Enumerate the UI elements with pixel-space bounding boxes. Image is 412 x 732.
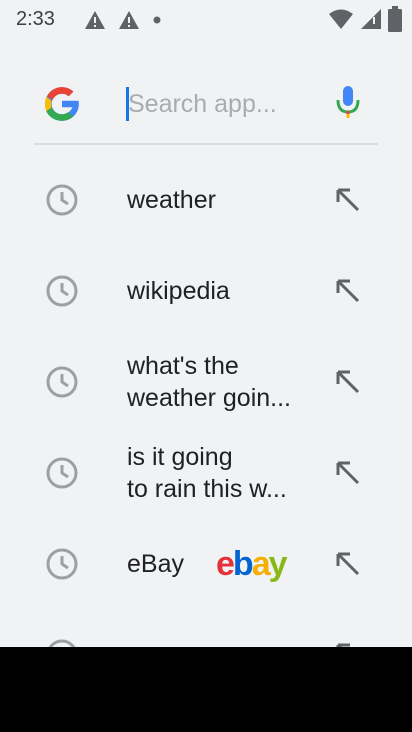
suggestion-row-wikipedia[interactable]: wikipedia [0, 245, 412, 331]
suggestion-row-weather-going[interactable]: what's the weather goin... [0, 336, 412, 422]
ebay-logo-letter: e [216, 545, 235, 583]
warning-icon [85, 11, 105, 29]
suggestion-row-ebay[interactable]: eBay ebay [0, 518, 412, 604]
suggestion-row-partial[interactable] [0, 609, 412, 647]
fill-query-arrow-icon[interactable] [332, 184, 364, 216]
google-g-icon [45, 87, 80, 121]
cell-signal-icon [361, 9, 381, 29]
suggestion-text-line-1: is it going [127, 443, 233, 471]
clock-icon [46, 275, 78, 307]
suggestion-row-weather[interactable]: weather [0, 154, 412, 240]
fill-query-arrow-icon[interactable] [332, 639, 364, 647]
fill-query-arrow-icon[interactable] [332, 366, 364, 398]
ebay-logo-letter: y [268, 545, 288, 583]
warning-icon [119, 11, 139, 29]
suggestion-text: eBay [127, 550, 184, 578]
search-divider [34, 143, 378, 145]
status-bar: 2:33 [0, 0, 412, 44]
ebay-logo-letter: b [232, 545, 254, 583]
text-cursor [126, 87, 129, 121]
navigation-bar [0, 647, 412, 732]
dot-icon [153, 16, 161, 24]
suggestion-list: weather wikipedia what's the weather goi… [0, 154, 412, 647]
suggestion-text-line-2: weather goin... [127, 384, 291, 412]
wifi-icon [329, 9, 353, 29]
suggestion-text: wikipedia [127, 277, 230, 305]
suggestion-text: is it going to rain this w... [127, 441, 309, 505]
clock-icon [46, 184, 78, 216]
suggestion-text-line-1: what's the [127, 352, 239, 380]
fill-query-arrow-icon[interactable] [332, 548, 364, 580]
ebay-logo-letter: a [251, 545, 271, 583]
suggestion-text-line-2: to rain this w... [127, 475, 287, 503]
fill-query-arrow-icon[interactable] [332, 275, 364, 307]
clock-icon [48, 639, 76, 647]
suggestion-row-rain[interactable]: is it going to rain this w... [0, 427, 412, 513]
status-time: 2:33 [16, 8, 55, 30]
suggestion-text: what's the weather goin... [127, 350, 309, 414]
clock-icon [46, 457, 78, 489]
clock-icon [46, 366, 78, 398]
system-icons [328, 6, 402, 32]
clock-icon [46, 548, 78, 580]
ebay-logo: ebay [216, 544, 288, 584]
fill-query-arrow-icon[interactable] [332, 457, 364, 489]
notification-icons [84, 8, 162, 32]
search-input[interactable] [124, 82, 318, 126]
mic-icon[interactable] [333, 82, 363, 122]
suggestion-text: weather [127, 186, 216, 214]
battery-icon [388, 6, 402, 32]
